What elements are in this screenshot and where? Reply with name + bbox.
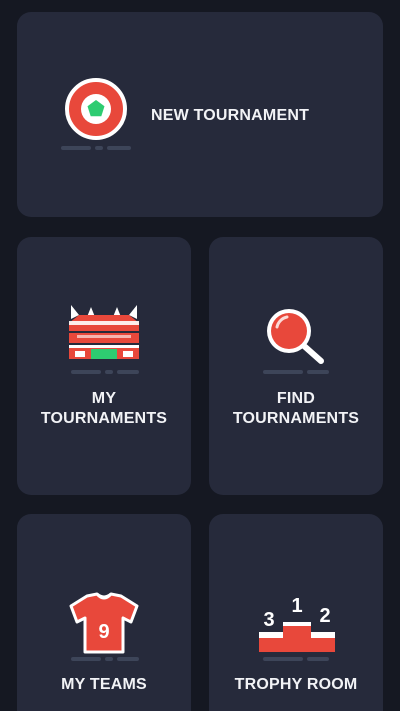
jersey-icon: 9 (69, 592, 139, 654)
find-tournaments-button[interactable]: FIND TOURNAMENTS (209, 237, 383, 495)
icon-shadow (307, 370, 329, 374)
icon-shadow (61, 146, 91, 150)
my-tournaments-button[interactable]: MY TOURNAMENTS (17, 237, 191, 495)
icon-shadow (105, 657, 113, 661)
my-tournaments-label: MY TOURNAMENTS (17, 389, 191, 429)
pentagon-badge-icon (65, 78, 127, 140)
new-tournament-label: NEW TOURNAMENT (151, 107, 310, 124)
label-line: FIND (276, 390, 316, 407)
icon-shadow (117, 657, 139, 661)
icon-shadow (71, 657, 101, 661)
find-tournaments-label: FIND TOURNAMENTS (209, 389, 383, 429)
label-line: MY (91, 390, 117, 407)
new-tournament-button[interactable]: NEW TOURNAMENT (17, 12, 383, 217)
jersey-number: 9 (98, 621, 109, 643)
label-line: TOURNAMENTS (40, 410, 168, 427)
icon-shadow (105, 370, 113, 374)
icon-shadow (307, 657, 329, 661)
my-teams-label: MY TEAMS (61, 676, 147, 693)
icon-shadow (263, 370, 303, 374)
label-line: TOURNAMENTS (232, 410, 360, 427)
icon-shadow (71, 370, 101, 374)
icon-shadow (107, 146, 131, 150)
podium-icon: 3 1 2 (259, 595, 335, 652)
podium-number: 3 (263, 609, 274, 631)
icon-shadow (117, 370, 139, 374)
podium-number: 1 (291, 595, 302, 617)
podium-number: 2 (319, 605, 330, 627)
icon-shadow (263, 657, 303, 661)
trophy-room-label: TROPHY ROOM (234, 676, 358, 693)
magnifier-icon (267, 309, 324, 364)
my-teams-button[interactable]: 9 MY TEAMS (17, 514, 191, 711)
icon-shadow (95, 146, 103, 150)
stadium-icon (69, 305, 139, 359)
home-screen: NEW TOURNAMENT MY TOURNAMENTS FIND TOURN… (0, 0, 400, 711)
trophy-room-button[interactable]: 3 1 2 TROPHY ROOM (209, 514, 383, 711)
